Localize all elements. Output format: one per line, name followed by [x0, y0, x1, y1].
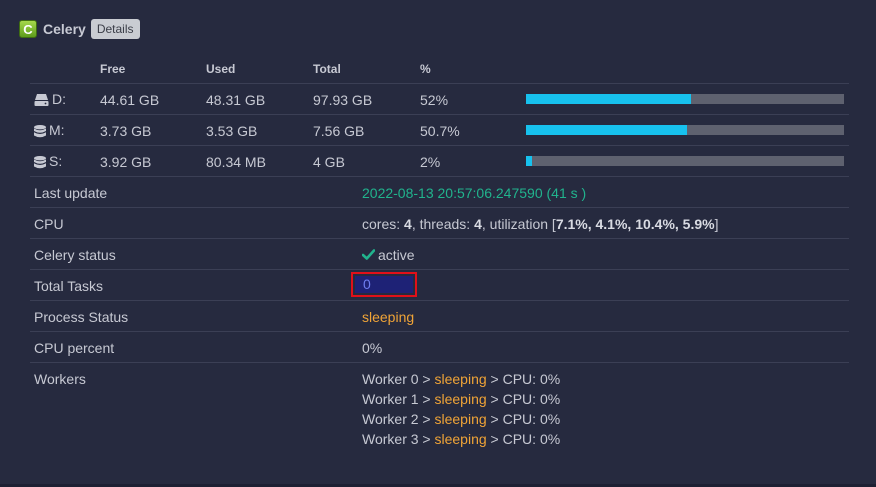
- divider: [30, 362, 849, 363]
- total-value: 4 GB: [313, 154, 345, 170]
- worker-state: sleeping: [434, 391, 487, 407]
- cpu-utilization: 7.1%, 4.1%, 10.4%, 5.9%: [555, 216, 715, 232]
- total-value: 7.56 GB: [313, 123, 365, 139]
- column-header-percent: %: [420, 62, 431, 76]
- celery-logo-icon: C: [19, 20, 37, 38]
- worker-item: Worker 3 > sleeping > CPU: 0%: [362, 431, 561, 447]
- last-update-label: Last update: [34, 185, 108, 201]
- storage-label: D:: [34, 91, 66, 107]
- usage-bar: [526, 156, 844, 166]
- worker-item: Worker 0 > sleeping > CPU: 0%: [362, 371, 561, 387]
- total-value: 97.93 GB: [313, 92, 373, 108]
- divider: [30, 114, 849, 115]
- worker-state: sleeping: [434, 431, 487, 447]
- database-icon: [34, 155, 46, 169]
- cpu-value: cores: 4, threads: 4, utilization [7.1%,…: [362, 216, 719, 232]
- cpu-label: CPU: [34, 216, 64, 232]
- percent-value: 2%: [420, 154, 441, 170]
- divider: [30, 145, 849, 146]
- used-value: 3.53 GB: [206, 123, 258, 139]
- usage-bar-fill: [526, 94, 692, 104]
- divider: [30, 269, 849, 270]
- worker-item: Worker 2 > sleeping > CPU: 0%: [362, 411, 561, 427]
- divider: [30, 300, 849, 301]
- cpu-percent-value: 0%: [362, 340, 383, 356]
- column-header-total: Total: [313, 62, 341, 76]
- used-value: 80.34 MB: [206, 154, 266, 170]
- percent-value: 50.7%: [420, 123, 460, 139]
- cpu-cores: 4: [404, 216, 412, 232]
- used-value: 48.31 GB: [206, 92, 266, 108]
- divider: [30, 331, 849, 332]
- divider: [30, 238, 849, 239]
- usage-bar: [526, 94, 844, 104]
- worker-item: Worker 1 > sleeping > CPU: 0%: [362, 391, 561, 407]
- storage-label: M:: [34, 122, 65, 138]
- free-value: 3.73 GB: [100, 123, 152, 139]
- free-value: 3.92 GB: [100, 154, 152, 170]
- worker-state: sleeping: [434, 371, 487, 387]
- panel-title: Celery: [43, 21, 86, 37]
- last-update-value: 2022-08-13 20:57:06.247590 (41 s ): [362, 185, 587, 201]
- total-tasks-highlight[interactable]: 0: [351, 272, 417, 297]
- divider: [30, 207, 849, 208]
- details-button[interactable]: Details: [90, 19, 140, 39]
- panel-header: C Celery Details: [19, 18, 140, 40]
- cpu-threads: 4: [474, 216, 482, 232]
- workers-label: Workers: [34, 371, 86, 387]
- column-header-used: Used: [206, 62, 236, 76]
- checkmark-icon: [362, 249, 375, 261]
- free-value: 44.61 GB: [100, 92, 160, 108]
- divider: [30, 176, 849, 177]
- column-header-free: Free: [100, 62, 126, 76]
- worker-state: sleeping: [434, 411, 487, 427]
- percent-value: 52%: [420, 92, 449, 108]
- process-status-label: Process Status: [34, 309, 129, 325]
- storage-label: S:: [34, 153, 62, 169]
- total-tasks-label: Total Tasks: [34, 278, 103, 294]
- usage-bar: [526, 125, 844, 135]
- total-tasks-value[interactable]: 0: [355, 276, 413, 293]
- process-status-value: sleeping: [362, 309, 415, 325]
- hdd-icon: [34, 94, 49, 107]
- celery-status-value: active: [362, 247, 415, 263]
- usage-bar-fill: [526, 125, 688, 135]
- usage-bar-fill: [526, 156, 532, 166]
- celery-status-label: Celery status: [34, 247, 116, 263]
- divider: [30, 83, 849, 84]
- cpu-percent-label: CPU percent: [34, 340, 115, 356]
- database-icon: [34, 124, 46, 138]
- celery-panel: C Celery Details Free Used Total % D: 44…: [0, 0, 876, 484]
